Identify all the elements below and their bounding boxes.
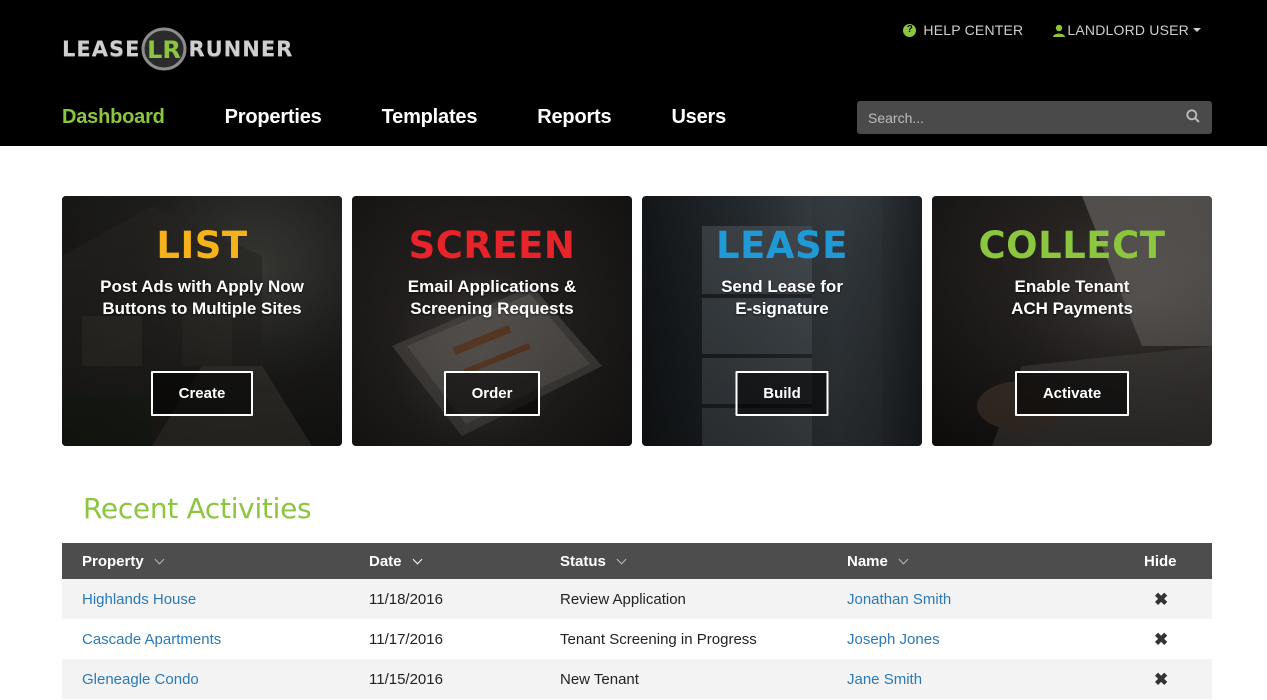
card-lease: LEASE Send Lease for E-signature Build <box>642 196 922 446</box>
card-screen: SCREEN Email Applications & Screening Re… <box>352 196 632 446</box>
property-link[interactable]: Highlands House <box>82 591 196 608</box>
user-menu[interactable]: LANDLORD USER <box>1053 22 1201 38</box>
property-link[interactable]: Cascade Apartments <box>82 631 221 648</box>
card-list-title: LIST <box>156 224 248 267</box>
magnifier-icon[interactable] <box>1186 109 1200 128</box>
activities-table: Property Date Status Name Hide Highlands… <box>62 543 1212 699</box>
tenant-name-link[interactable]: Joseph Jones <box>847 631 940 648</box>
user-menu-label: LANDLORD USER <box>1067 22 1189 38</box>
close-x-icon[interactable]: ✖ <box>1154 631 1168 648</box>
top-links: ? HELP CENTER LANDLORD USER <box>903 22 1201 38</box>
help-center-label: HELP CENTER <box>923 22 1024 38</box>
recent-activities-title: Recent Activities <box>83 492 312 525</box>
logo-mark-icon: LR <box>141 27 187 71</box>
main-nav: Dashboard Properties Templates Reports U… <box>62 106 726 129</box>
header-hide: Hide <box>1144 553 1177 570</box>
chevron-down-icon <box>898 554 909 564</box>
header-status-label: Status <box>560 552 606 570</box>
row-status: Tenant Screening in Progress <box>560 630 757 648</box>
header-name-label: Name <box>847 552 888 570</box>
card-list: LIST Post Ads with Apply Now Buttons to … <box>62 196 342 446</box>
top-header: LEASE LR RUNNER ? HELP CENTER LANDLORD U… <box>0 0 1267 146</box>
header-property[interactable]: Property <box>82 552 165 570</box>
close-x-icon[interactable]: ✖ <box>1154 671 1168 688</box>
logo-text-left: LEASE <box>62 37 141 61</box>
chevron-down-icon <box>412 554 422 564</box>
help-center-link[interactable]: ? HELP CENTER <box>903 22 1023 38</box>
property-link[interactable]: Gleneagle Condo <box>82 671 199 688</box>
tenant-name-link[interactable]: Jane Smith <box>847 671 922 688</box>
search-input[interactable] <box>857 101 1177 134</box>
row-status: New Tenant <box>560 670 639 688</box>
table-header: Property Date Status Name Hide <box>62 543 1212 579</box>
row-status: Review Application <box>560 590 686 608</box>
user-icon <box>1053 24 1066 37</box>
activate-button[interactable]: Activate <box>1015 371 1129 416</box>
logo-mark-text: LR <box>148 36 182 64</box>
order-button[interactable]: Order <box>444 371 540 416</box>
question-circle-icon: ? <box>903 23 917 37</box>
card-lease-title: LEASE <box>716 224 848 267</box>
nav-reports[interactable]: Reports <box>537 106 611 129</box>
row-date: 11/18/2016 <box>369 590 443 608</box>
card-collect-desc: Enable Tenant ACH Payments <box>1011 277 1133 318</box>
table-row: Highlands House 11/18/2016 Review Applic… <box>62 579 1212 619</box>
chevron-down-icon <box>154 554 165 564</box>
card-screen-desc: Email Applications & Screening Requests <box>407 277 577 318</box>
table-row: Gleneagle Condo 11/15/2016 New Tenant Ja… <box>62 659 1212 699</box>
tenant-name-link[interactable]: Jonathan Smith <box>847 591 951 608</box>
create-button[interactable]: Create <box>151 371 253 416</box>
row-date: 11/17/2016 <box>369 630 443 648</box>
build-button[interactable]: Build <box>735 371 829 416</box>
card-collect: COLLECT Enable Tenant ACH Payments Activ… <box>932 196 1212 446</box>
card-lease-desc: Send Lease for E-signature <box>721 277 843 318</box>
chevron-down-icon <box>616 554 627 564</box>
leaserunner-logo[interactable]: LEASE LR RUNNER <box>62 26 293 72</box>
header-property-label: Property <box>82 552 144 570</box>
card-list-desc: Post Ads with Apply Now Buttons to Multi… <box>100 277 304 318</box>
action-cards: LIST Post Ads with Apply Now Buttons to … <box>62 196 1212 446</box>
table-row: Cascade Apartments 11/17/2016 Tenant Scr… <box>62 619 1212 659</box>
nav-dashboard[interactable]: Dashboard <box>62 106 165 129</box>
header-date[interactable]: Date <box>369 552 422 570</box>
row-date: 11/15/2016 <box>369 670 443 688</box>
close-x-icon[interactable]: ✖ <box>1154 591 1168 608</box>
header-name[interactable]: Name <box>847 552 909 570</box>
caret-down-icon <box>1193 28 1201 32</box>
nav-users[interactable]: Users <box>671 106 726 129</box>
card-screen-title: SCREEN <box>408 224 576 267</box>
card-collect-title: COLLECT <box>978 224 1166 267</box>
search-box <box>857 101 1212 134</box>
header-date-label: Date <box>369 552 402 570</box>
logo-text-right: RUNNER <box>188 37 294 61</box>
nav-properties[interactable]: Properties <box>225 106 322 129</box>
header-status[interactable]: Status <box>560 552 627 570</box>
nav-templates[interactable]: Templates <box>382 106 478 129</box>
header-hide-label: Hide <box>1144 552 1177 570</box>
